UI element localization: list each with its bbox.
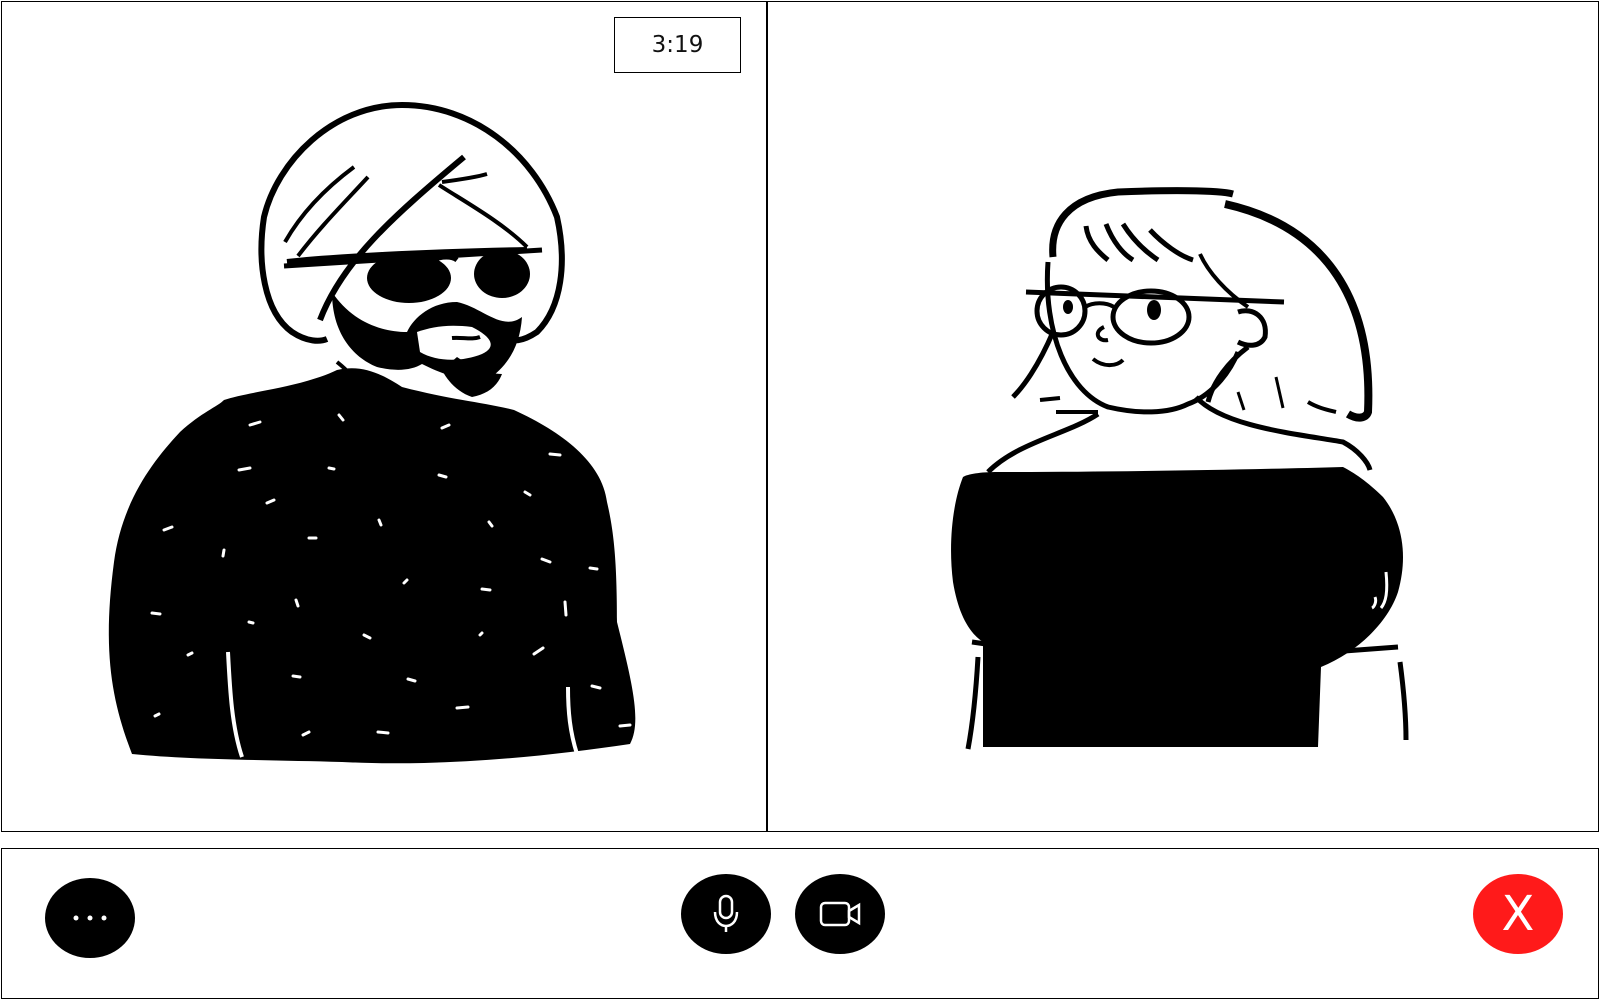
participant-video-tile-left[interactable]: 3:19 [1, 1, 767, 832]
end-call-button[interactable]: X [1473, 874, 1563, 954]
more-options-button[interactable] [45, 878, 135, 958]
participant-avatar-woman-illustration [951, 187, 1409, 750]
microphone-button[interactable] [681, 874, 771, 954]
microphone-icon [713, 894, 739, 932]
video-camera-icon [819, 901, 861, 927]
camera-button[interactable] [795, 874, 885, 954]
participant-video-tile-right[interactable] [767, 1, 1599, 832]
more-options-icon [73, 915, 107, 921]
call-control-bar: X [1, 848, 1599, 999]
call-timer: 3:19 [614, 17, 741, 73]
participant-avatar-man-illustration [108, 102, 636, 764]
call-timer-text: 3:19 [651, 32, 704, 58]
end-call-icon: X [1501, 886, 1535, 942]
